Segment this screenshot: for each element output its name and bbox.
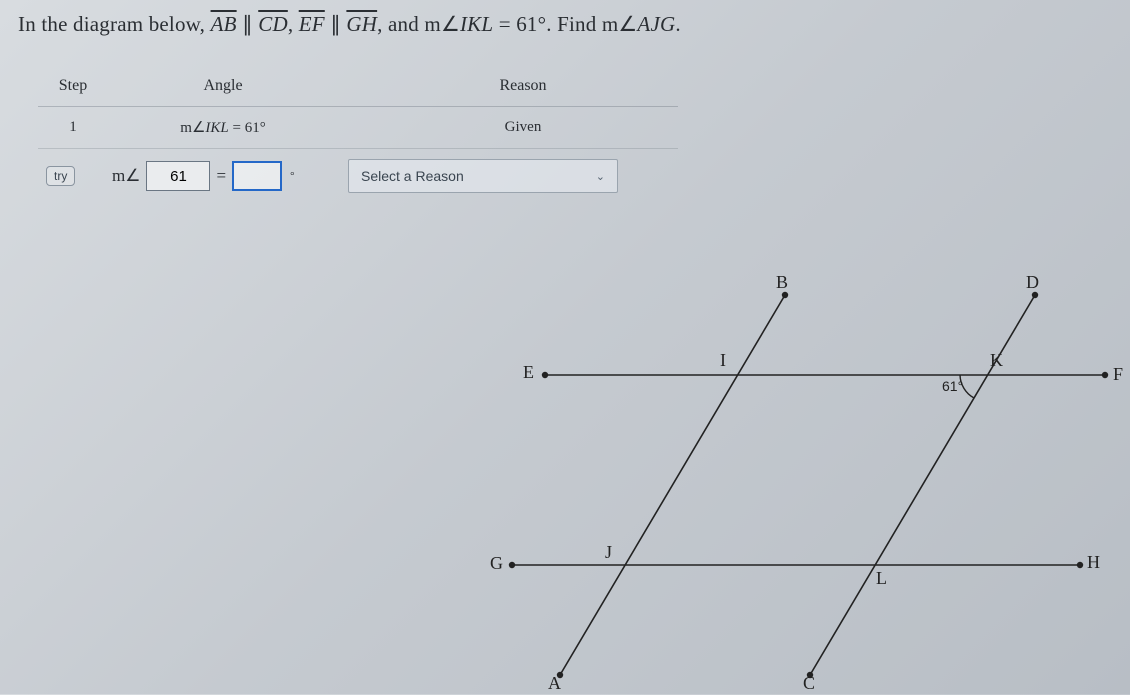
header-step: Step — [38, 77, 108, 95]
step-angle: m∠IKL = 61° — [108, 118, 338, 137]
text: , — [288, 12, 299, 36]
diagram-svg — [420, 280, 1120, 690]
equals-sign: = — [216, 166, 226, 186]
segment-AB: AB — [211, 12, 237, 36]
segment-CD: CD — [258, 12, 288, 36]
angle-symbol: ∠ — [618, 12, 637, 36]
point-label-K: K — [990, 350, 1003, 371]
parallel-symbol: ∥ — [237, 12, 259, 36]
reason-placeholder: Select a Reason — [361, 168, 464, 184]
angle-symbol: ∠ — [192, 120, 205, 136]
reason-select[interactable]: Select a Reason ⌄ — [348, 159, 618, 193]
angle-input-group: m∠ = ° — [108, 161, 338, 191]
text: , and m — [377, 12, 441, 36]
point-label-C: C — [803, 673, 815, 694]
m-prefix: m — [180, 120, 192, 136]
point-label-L: L — [876, 568, 887, 589]
angle-IKL: IKL — [460, 12, 493, 36]
table-header-row: Step Angle Reason — [38, 65, 678, 107]
header-angle: Angle — [108, 77, 338, 95]
geometry-diagram: B D E F I K G H J L A C 61° — [420, 280, 1120, 690]
angle-AJG: AJG — [637, 12, 675, 36]
try-button[interactable]: try — [46, 166, 75, 186]
point-label-I: I — [720, 350, 726, 371]
angle-label-61: 61° — [942, 378, 963, 394]
parallel-symbol: ∥ — [325, 12, 347, 36]
step-number: 1 — [38, 119, 108, 136]
m-prefix: m∠ — [112, 166, 140, 186]
point-label-E: E — [523, 362, 534, 383]
chevron-down-icon: ⌄ — [596, 170, 605, 183]
point-label-A: A — [548, 673, 561, 694]
angle-value: = 61° — [229, 120, 266, 136]
point-label-B: B — [776, 272, 788, 293]
point-label-H: H — [1087, 552, 1100, 573]
text: In the diagram below, — [18, 12, 211, 36]
problem-statement: In the diagram below, AB ∥ CD, EF ∥ GH, … — [18, 12, 1112, 37]
segment-GH: GH — [346, 12, 377, 36]
angle-value-input[interactable] — [232, 161, 282, 191]
text: = 61°. Find m — [493, 12, 618, 36]
angle-name: IKL — [205, 120, 228, 136]
step-reason: Given — [338, 119, 678, 136]
segment-EF: EF — [299, 12, 325, 36]
point-label-G: G — [490, 553, 503, 574]
point-label-F: F — [1113, 364, 1123, 385]
table-input-row: try m∠ = ° Select a Reason ⌄ — [38, 155, 678, 197]
text: . — [675, 12, 680, 36]
proof-table: Step Angle Reason 1 m∠IKL = 61° Given tr… — [38, 65, 678, 197]
angle-name-input[interactable] — [146, 161, 210, 191]
degree-symbol: ° — [290, 170, 294, 182]
table-row: 1 m∠IKL = 61° Given — [38, 107, 678, 149]
header-reason: Reason — [338, 77, 678, 95]
point-label-J: J — [605, 542, 612, 563]
angle-symbol: ∠ — [441, 12, 460, 36]
point-label-D: D — [1026, 272, 1039, 293]
